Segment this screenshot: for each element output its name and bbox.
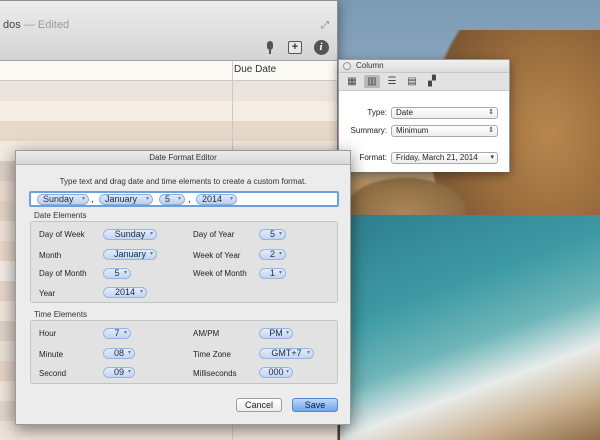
element-label: Month — [39, 251, 62, 260]
date-element-chip[interactable]: 5 ▾ — [103, 268, 131, 279]
format-popup[interactable]: Friday, March 21, 2014 ▾ — [391, 152, 498, 164]
time-elements-group: Hour 7 ▾ Minute 08 ▾ Second 09 ▾ AM/PM PM ▾ … — [30, 320, 338, 384]
element-label: Milliseconds — [193, 369, 237, 378]
element-label: Day of Year — [193, 230, 235, 239]
time-element-chip[interactable]: 000 ▾ — [259, 367, 293, 378]
tab-style-icon[interactable]: ▞ — [424, 75, 440, 88]
chevron-down-icon: ▾ — [490, 154, 494, 161]
column-header-row: Due Date — [0, 61, 337, 81]
format-string-field[interactable]: Sunday ▾ , January ▾ 5 ▾ , 2014 ▾ — [29, 191, 339, 207]
table-row[interactable] — [0, 121, 337, 141]
fullscreen-icon[interactable]: ⤢ — [321, 21, 331, 31]
desktop-sea — [340, 215, 600, 440]
updown-arrows-icon: ⇕ — [488, 127, 494, 134]
window-title: dos — Edited — [3, 19, 69, 31]
editor-instructions: Type text and drag date and time element… — [59, 177, 307, 186]
format-token[interactable]: January ▾ — [99, 194, 153, 205]
element-label: Week of Month — [193, 269, 247, 278]
date-element-chip[interactable]: 2014 ▾ — [103, 287, 147, 298]
inspector-body: Type: Date ⇕ Summary: Minimum ⇕ Format: … — [339, 91, 509, 172]
inspector-title: Column — [356, 61, 384, 70]
time-elements-label: Time Elements — [34, 310, 88, 319]
format-separator: , — [91, 194, 94, 205]
close-icon[interactable] — [343, 62, 351, 70]
tab-grid-icon[interactable]: ▦ — [344, 75, 360, 88]
tab-document-icon[interactable]: ▤ — [404, 75, 420, 88]
element-label: Day of Week — [39, 230, 85, 239]
editor-title: Date Format Editor — [16, 151, 350, 165]
type-label: Type: — [367, 108, 387, 117]
date-elements-label: Date Elements — [34, 211, 87, 220]
add-icon: + — [288, 40, 302, 54]
element-label: Minute — [39, 350, 64, 359]
inspector-tabs: ▦ ▥ ☰ ▤ ▞ — [339, 73, 509, 91]
time-element-chip[interactable]: 09 ▾ — [103, 367, 135, 378]
column-inspector: Column ▦ ▥ ☰ ▤ ▞ Type: Date ⇕ Summary: M… — [338, 59, 510, 172]
element-label: Hour — [39, 329, 57, 338]
microphone-button[interactable] — [261, 39, 279, 55]
element-label: Year — [39, 289, 56, 298]
type-popup[interactable]: Date ⇕ — [391, 107, 498, 119]
element-label: Day of Month — [39, 269, 87, 278]
date-element-chip[interactable]: Sunday ▾ — [103, 229, 157, 240]
format-value: Friday, March 21, 2014 — [396, 153, 478, 162]
type-value: Date — [396, 108, 413, 117]
time-element-chip[interactable]: 7 ▾ — [103, 328, 131, 339]
date-element-chip[interactable]: January ▾ — [103, 249, 157, 260]
date-element-chip[interactable]: 5 ▾ — [259, 229, 286, 240]
summary-popup[interactable]: Minimum ⇕ — [391, 125, 498, 137]
format-token[interactable]: 2014 ▾ — [196, 194, 237, 205]
updown-arrows-icon: ⇕ — [488, 109, 494, 116]
column-header-due-date[interactable]: Due Date — [234, 64, 276, 75]
time-element-chip[interactable]: PM ▾ — [259, 328, 293, 339]
cancel-button[interactable]: Cancel — [236, 398, 282, 412]
document-name: dos — [3, 19, 21, 31]
microphone-icon — [266, 40, 274, 54]
format-token[interactable]: 5 ▾ — [159, 194, 185, 205]
element-label: Second — [39, 369, 67, 378]
format-separator: , — [188, 194, 191, 205]
time-element-chip[interactable]: GMT+7 ▾ — [259, 348, 314, 359]
date-element-chip[interactable]: 2 ▾ — [259, 249, 286, 260]
element-label: Week of Year — [193, 251, 241, 260]
element-label: AM/PM — [193, 329, 220, 338]
edited-status: — Edited — [23, 19, 70, 31]
summary-label: Summary: — [350, 126, 387, 135]
date-element-chip[interactable]: 1 ▾ — [259, 268, 286, 279]
table-row[interactable] — [0, 101, 337, 121]
element-label: Time Zone — [193, 350, 231, 359]
add-button[interactable]: + — [286, 39, 304, 55]
tab-column-icon[interactable]: ▥ — [364, 75, 380, 88]
time-element-chip[interactable]: 08 ▾ — [103, 348, 135, 359]
summary-value: Minimum — [396, 126, 429, 135]
tab-rows-icon[interactable]: ☰ — [384, 75, 400, 88]
inspector-titlebar: Column — [339, 60, 509, 73]
info-button[interactable]: i — [312, 39, 330, 55]
save-button[interactable]: Save — [292, 398, 338, 412]
format-token[interactable]: Sunday ▾ — [37, 194, 89, 205]
document-toolbar: dos — Edited ⤢ + i — [0, 1, 337, 61]
date-format-editor: Date Format Editor Type text and drag da… — [15, 150, 351, 425]
info-icon: i — [313, 39, 329, 55]
table-row[interactable] — [0, 81, 337, 101]
date-elements-group: Day of Week Sunday ▾ Month January ▾ Day o… — [30, 221, 338, 303]
